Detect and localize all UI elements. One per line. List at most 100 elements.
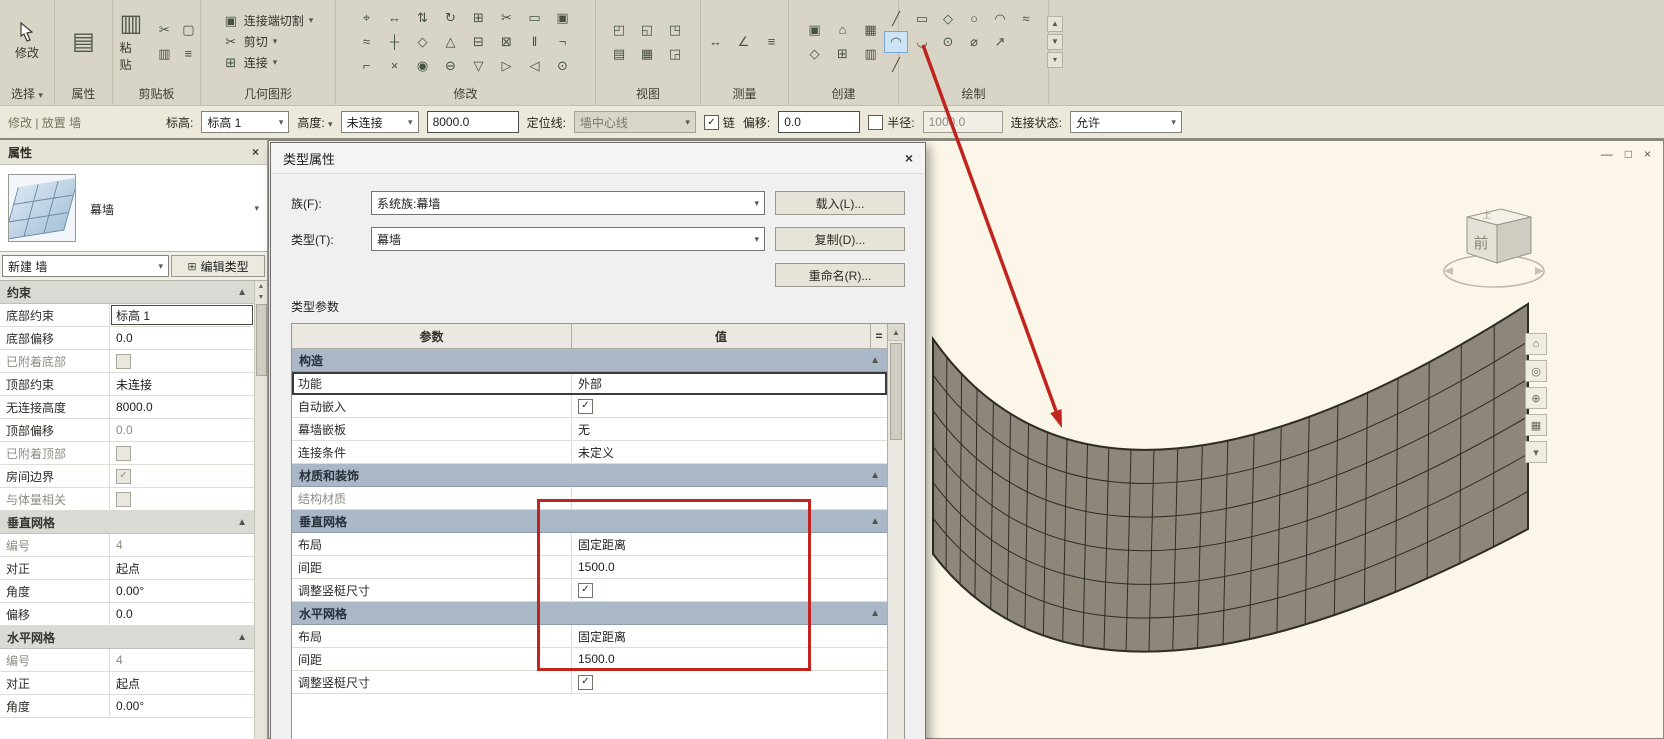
panel-label-select[interactable]: 选择 ▾ xyxy=(0,83,54,105)
modify-tool-icon[interactable]: ▽ xyxy=(467,55,491,77)
param-value[interactable]: 外部 xyxy=(572,372,887,394)
modify-tool-icon[interactable]: ▣ xyxy=(551,7,575,29)
param-value[interactable]: 未定义 xyxy=(572,441,887,463)
rename-button[interactable]: 重命名(R)... xyxy=(775,263,905,287)
checkbox[interactable] xyxy=(116,354,131,369)
draw-tool-icon[interactable]: ◠ xyxy=(884,31,908,53)
paste-button[interactable]: ▥ 粘贴 xyxy=(115,9,148,75)
panel-label-geometry[interactable]: 几何图形 xyxy=(201,83,335,105)
checkbox[interactable]: ✓ xyxy=(578,583,593,598)
modify-tool-icon[interactable]: ◉ xyxy=(411,55,435,77)
param-value[interactable]: 固定距离 xyxy=(572,533,887,555)
param-value[interactable]: 0.00° xyxy=(110,695,254,717)
modify-tool-icon[interactable]: ⊖ xyxy=(439,55,463,77)
panel-label-draw[interactable]: 绘制 xyxy=(899,83,1048,105)
modify-tool-icon[interactable]: ¬ xyxy=(551,31,575,53)
create-tool-icon[interactable]: ◇ xyxy=(803,43,827,65)
modify-tool-icon[interactable]: ≈ xyxy=(355,31,379,53)
gallery-down-icon[interactable]: ▼ xyxy=(1047,34,1063,50)
nav-tool-icon[interactable]: ⌂ xyxy=(1525,333,1547,355)
create-tool-icon[interactable]: ▦ xyxy=(859,19,883,41)
collapse-icon[interactable]: ▲ xyxy=(237,517,247,528)
draw-tool-icon[interactable]: ⌀ xyxy=(962,31,986,53)
panel-label-create[interactable]: 创建 xyxy=(789,83,898,105)
radius-checkbox[interactable] xyxy=(868,115,883,130)
scroll-up-icon[interactable]: ▲ xyxy=(888,324,904,341)
create-tool-icon[interactable]: ▥ xyxy=(859,43,883,65)
properties-toggle-button[interactable]: ▤ xyxy=(67,27,100,57)
modify-tool-icon[interactable]: ⊙ xyxy=(551,55,575,77)
draw-tool-icon[interactable]: ▭ xyxy=(910,8,934,30)
properties-close-icon[interactable]: × xyxy=(252,145,259,159)
viewcube[interactable]: 上 前 xyxy=(1439,187,1549,299)
measure-tool-icon[interactable]: ≡ xyxy=(760,31,784,53)
create-tool-icon[interactable]: ▣ xyxy=(803,19,827,41)
nav-tool-icon[interactable]: ▦ xyxy=(1525,414,1547,436)
draw-tool-icon[interactable]: ≈ xyxy=(1014,8,1038,30)
dialog-scrollbar[interactable]: ▲ xyxy=(887,324,904,739)
clipboard-tool-icon[interactable]: ≡ xyxy=(176,43,200,65)
draw-tool-icon[interactable]: ╱ xyxy=(884,8,908,30)
param-value[interactable]: ✓ xyxy=(572,579,887,601)
modify-tool-icon[interactable]: ┼ xyxy=(383,31,407,53)
type-param-group-header[interactable]: 材质和装饰▲ xyxy=(292,464,887,487)
modify-tool-icon[interactable]: ⇅ xyxy=(411,7,435,29)
scrollbar-thumb[interactable] xyxy=(256,304,267,376)
collapse-icon[interactable]: ▲ xyxy=(870,608,880,619)
view-tool-icon[interactable]: ◱ xyxy=(635,19,659,41)
type-param-group-header[interactable]: 构造▲ xyxy=(292,349,887,372)
instance-param-group-header[interactable]: 约束▲ xyxy=(0,281,254,304)
clipboard-tool-icon[interactable]: ✂ xyxy=(152,19,176,41)
instance-param-group-header[interactable]: 水平网格▲ xyxy=(0,626,254,649)
create-tool-icon[interactable]: ⌂ xyxy=(831,19,855,41)
panel-label-measure[interactable]: 测量 xyxy=(701,83,788,105)
modify-tool-icon[interactable]: ◇ xyxy=(411,31,435,53)
draw-tool-icon[interactable]: ⊙ xyxy=(936,31,960,53)
param-value[interactable]: 0.0 xyxy=(110,603,254,625)
dialog-close-icon[interactable]: × xyxy=(905,150,913,166)
modify-tool-icon[interactable]: ▷ xyxy=(495,55,519,77)
geometry-menu-item[interactable]: ⊞连接▾ xyxy=(223,54,314,71)
modify-tool-icon[interactable]: ⊞ xyxy=(467,7,491,29)
collapse-icon[interactable]: ▲ xyxy=(870,470,880,481)
checkbox[interactable] xyxy=(116,492,131,507)
modify-tool-icon[interactable]: ‖ xyxy=(523,31,547,53)
draw-tool-icon[interactable]: ╱ xyxy=(884,54,908,76)
view-tool-icon[interactable]: ◳ xyxy=(663,19,687,41)
draw-tool-icon[interactable]: ◠ xyxy=(988,8,1012,30)
checkbox[interactable]: ✓ xyxy=(116,469,131,484)
draw-tool-icon[interactable]: ◇ xyxy=(936,8,960,30)
family-combo[interactable]: 系统族:幕墙▾ xyxy=(371,191,765,215)
panel-label-properties[interactable]: 属性 xyxy=(55,83,112,105)
param-value[interactable]: ✓ xyxy=(572,395,887,417)
minimize-icon[interactable]: — xyxy=(1601,147,1613,161)
param-value[interactable]: 0.0 xyxy=(110,327,254,349)
panel-label-clipboard[interactable]: 剪贴板 xyxy=(113,83,200,105)
join-status-combo[interactable]: 允许▾ xyxy=(1070,111,1182,133)
geometry-menu-item[interactable]: ▣连接端切割▾ xyxy=(223,12,314,29)
draw-tool-icon[interactable]: ○ xyxy=(962,8,986,30)
modify-tool-icon[interactable]: △ xyxy=(439,31,463,53)
caret-down-icon[interactable]: ▾ xyxy=(254,203,259,214)
scroll-up-icon[interactable]: ▲ xyxy=(258,282,265,291)
gallery-expand-icon[interactable]: ▾ xyxy=(1047,52,1063,68)
nav-tool-icon[interactable]: ◎ xyxy=(1525,360,1547,382)
param-value[interactable]: 4 xyxy=(110,534,254,556)
checkbox[interactable] xyxy=(116,446,131,461)
modify-tool-icon[interactable]: ⌖ xyxy=(355,7,379,29)
modify-tool-icon[interactable]: ⌐ xyxy=(355,55,379,77)
collapse-icon[interactable]: ▲ xyxy=(237,632,247,643)
checkbox[interactable]: ✓ xyxy=(578,675,593,690)
create-tool-icon[interactable]: ⊞ xyxy=(831,43,855,65)
nav-tool-icon[interactable]: ▾ xyxy=(1525,441,1547,463)
draw-tool-icon[interactable]: ↗ xyxy=(988,31,1012,53)
collapse-icon[interactable]: ▲ xyxy=(237,287,247,298)
panel-label-modify[interactable]: 修改 xyxy=(336,83,595,105)
type-param-group-header[interactable]: 垂直网格▲ xyxy=(292,510,887,533)
checkbox[interactable]: ✓ xyxy=(578,399,593,414)
collapse-icon[interactable]: ▲ xyxy=(870,355,880,366)
duplicate-button[interactable]: 复制(D)... xyxy=(775,227,905,251)
radius-input[interactable]: 1000.0 xyxy=(923,111,1003,133)
modify-tool-icon[interactable]: ↻ xyxy=(439,7,463,29)
properties-scrollbar[interactable]: ▲ ▼ xyxy=(254,281,267,739)
